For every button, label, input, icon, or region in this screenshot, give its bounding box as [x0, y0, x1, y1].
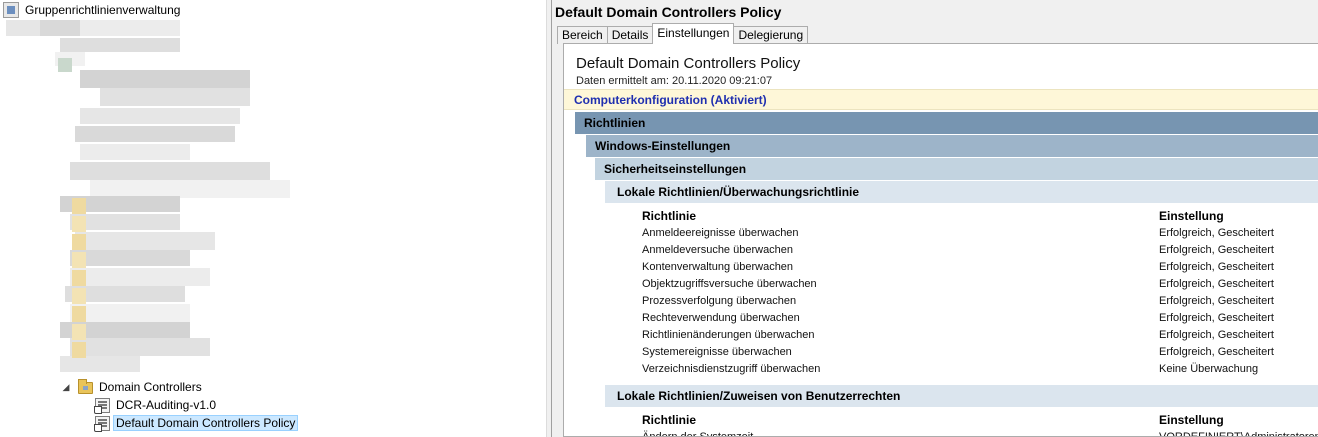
report-title: Default Domain Controllers Policy: [576, 55, 801, 72]
redaction-block: [70, 268, 210, 286]
audit-row-setting: Erfolgreich, Gescheitert: [1159, 329, 1274, 341]
redacted-tree-area: [0, 18, 300, 376]
column-header-setting: Einstellung: [1159, 413, 1224, 427]
redaction-block: [40, 20, 80, 36]
redaction-block: [75, 232, 215, 250]
audit-row-policy: Rechteverwendung überwachen: [642, 312, 800, 324]
tree-root-label: Gruppenrichtlinienverwaltung: [25, 3, 181, 17]
tree-item-default-dc-policy[interactable]: Default Domain Controllers Policy: [94, 414, 299, 432]
tab-einstellungen[interactable]: Einstellungen: [652, 23, 735, 44]
redaction-block: [80, 108, 240, 124]
audit-row-setting: Keine Überwachung: [1159, 363, 1259, 375]
tree-item-label: DCR-Auditing-v1.0: [116, 398, 217, 412]
details-pane: Default Domain Controllers Policy Bereic…: [552, 0, 1318, 437]
audit-row-setting: Erfolgreich, Gescheitert: [1159, 227, 1274, 239]
redaction-block: [58, 58, 72, 72]
section-windows-einstellungen[interactable]: Windows-Einstellungen: [586, 135, 1318, 157]
section-sicherheitseinstellungen[interactable]: Sicherheitseinstellungen: [595, 158, 1318, 180]
audit-row-policy: Anmeldeereignisse überwachen: [642, 227, 799, 239]
redaction-block: [72, 216, 86, 232]
audit-row-setting: Erfolgreich, Gescheitert: [1159, 312, 1274, 324]
redaction-block: [72, 288, 86, 304]
audit-row-setting: Erfolgreich, Gescheitert: [1159, 278, 1274, 290]
policy-title: Default Domain Controllers Policy: [555, 4, 782, 20]
redaction-block: [70, 338, 210, 356]
redaction-block: [70, 250, 190, 266]
audit-row-policy: Anmeldeversuche überwachen: [642, 244, 794, 256]
column-header-policy: Richtlinie: [642, 413, 697, 427]
user-right-row-policy: Ändern der Systemzeit: [642, 431, 754, 437]
report-date: Daten ermittelt am: 20.11.2020 09:21:07: [576, 75, 773, 87]
tab-bereich[interactable]: Bereich: [557, 26, 608, 44]
redaction-block: [72, 342, 86, 358]
tree-root[interactable]: Gruppenrichtlinienverwaltung: [3, 1, 183, 19]
redaction-block: [72, 324, 86, 340]
column-header-policy: Richtlinie: [642, 209, 697, 223]
audit-row-policy: Prozessverfolgung überwachen: [642, 295, 797, 307]
redaction-block: [70, 304, 190, 322]
redaction-block: [75, 126, 235, 142]
computer-configuration-header[interactable]: Computerkonfiguration (Aktiviert): [564, 89, 1318, 110]
tab-delegierung[interactable]: Delegierung: [733, 26, 809, 44]
settings-report: Default Domain Controllers Policy Daten …: [563, 43, 1318, 437]
tab-strip: Bereich Details Einstellungen Delegierun…: [557, 23, 809, 44]
audit-row-policy: Systemereignisse überwachen: [642, 346, 792, 358]
redaction-block: [72, 306, 86, 322]
tree-item-domain-controllers[interactable]: ◢ Domain Controllers: [60, 378, 205, 396]
audit-row-setting: Erfolgreich, Gescheitert: [1159, 261, 1274, 273]
audit-row-policy: Verzeichnisdienstzugriff überwachen: [642, 363, 821, 375]
tree-item-label: Domain Controllers: [99, 380, 202, 394]
collapse-arrow-icon[interactable]: ◢: [60, 382, 72, 393]
redaction-block: [72, 198, 86, 214]
section-user-rights[interactable]: Lokale Richtlinien/Zuweisen von Benutzer…: [605, 385, 1318, 407]
navigation-tree-pane[interactable]: Gruppenrichtlinienverwaltung ◢ Domain Co…: [0, 0, 546, 437]
redaction-block: [72, 234, 86, 250]
audit-row-setting: Erfolgreich, Gescheitert: [1159, 244, 1274, 256]
ou-folder-icon: [78, 379, 93, 394]
redaction-block: [100, 88, 250, 106]
group-policy-management-icon: [3, 2, 19, 18]
redaction-block: [80, 20, 180, 36]
audit-row-policy: Richtlinienänderungen überwachen: [642, 329, 815, 341]
redaction-block: [70, 162, 270, 180]
redaction-block: [60, 356, 140, 372]
tab-details[interactable]: Details: [606, 26, 654, 44]
audit-row-setting: Erfolgreich, Gescheitert: [1159, 295, 1274, 307]
section-audit-policy[interactable]: Lokale Richtlinien/Überwachungsrichtlini…: [605, 181, 1318, 203]
audit-row-setting: Erfolgreich, Gescheitert: [1159, 346, 1274, 358]
redaction-block: [72, 252, 86, 268]
redaction-block: [80, 70, 250, 88]
audit-row-policy: Objektzugriffsversuche überwachen: [642, 278, 817, 290]
redaction-block: [80, 144, 190, 160]
user-right-row-setting: VORDEFINIERT\Administratoren: [1159, 431, 1318, 437]
section-richtlinien[interactable]: Richtlinien: [575, 112, 1318, 134]
tree-item-label: Default Domain Controllers Policy: [113, 415, 299, 431]
audit-row-policy: Kontenverwaltung überwachen: [642, 261, 794, 273]
redaction-block: [72, 270, 86, 286]
gpo-link-icon: [94, 397, 110, 414]
tree-item-dcr-auditing[interactable]: DCR-Auditing-v1.0: [94, 396, 219, 414]
redaction-block: [60, 38, 180, 52]
gpo-link-icon: [94, 415, 110, 432]
redaction-block: [70, 214, 180, 230]
column-header-setting: Einstellung: [1159, 209, 1224, 223]
computer-configuration-label: Computerkonfiguration (Aktiviert): [574, 93, 767, 107]
